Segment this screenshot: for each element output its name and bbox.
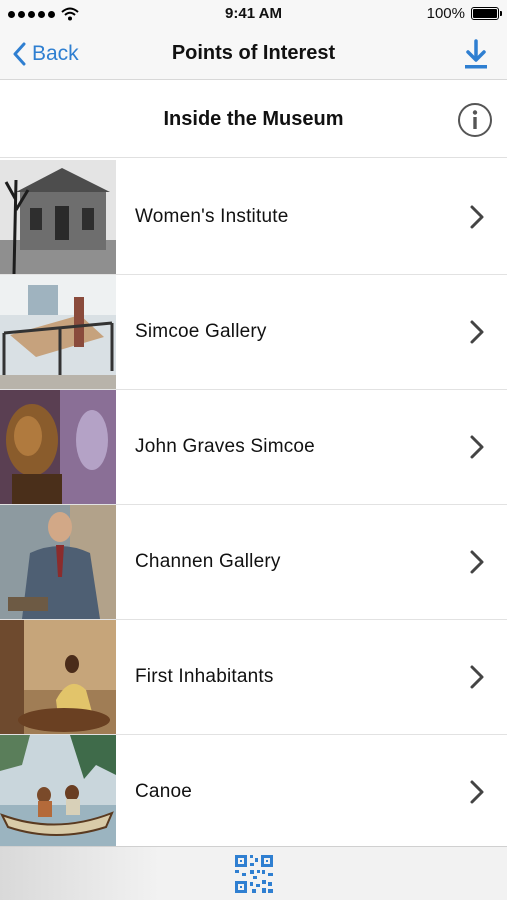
status-right: 100% xyxy=(426,5,502,22)
page-title: Points of Interest xyxy=(171,42,336,64)
download-icon[interactable] xyxy=(461,38,491,72)
chevron-right-icon xyxy=(470,780,484,804)
section-title: Inside the Museum xyxy=(163,108,344,130)
chevron-right-icon xyxy=(470,205,484,229)
poi-list: Women's Institute Simcoe Gallery John Gr… xyxy=(0,160,507,850)
simcoe-gallery-photo xyxy=(0,275,116,389)
list-item-label: Simcoe Gallery xyxy=(135,321,267,342)
first-inhabitants-photo xyxy=(0,620,116,734)
chevron-right-icon xyxy=(470,665,484,689)
chevron-right-icon xyxy=(470,435,484,459)
info-icon[interactable] xyxy=(457,102,493,138)
list-item-canoe[interactable]: Canoe xyxy=(0,735,507,850)
list-item-label: Canoe xyxy=(135,781,192,802)
bottom-bar-shadow xyxy=(0,847,160,900)
chevron-right-icon xyxy=(470,320,484,344)
channen-gallery-photo xyxy=(0,505,116,619)
list-item-first-inhabitants[interactable]: First Inhabitants xyxy=(0,620,507,735)
list-item-label: Channen Gallery xyxy=(135,551,281,572)
list-item-label: Women's Institute xyxy=(135,206,289,227)
battery-icon xyxy=(471,7,502,20)
list-item-simcoe-gallery[interactable]: Simcoe Gallery xyxy=(0,275,507,390)
battery-percent: 100% xyxy=(426,5,465,22)
canoe-photo xyxy=(0,735,116,849)
list-item-womens-institute[interactable]: Women's Institute xyxy=(0,160,507,275)
womens-institute-photo xyxy=(0,160,116,274)
section-header: Inside the Museum xyxy=(0,80,507,158)
list-item-label: First Inhabitants xyxy=(135,666,274,687)
list-item-label: John Graves Simcoe xyxy=(135,436,315,457)
nav-bar: Back Points of Interest xyxy=(0,30,507,80)
list-item-john-graves-simcoe[interactable]: John Graves Simcoe xyxy=(0,390,507,505)
status-bar: 9:41 AM 100% xyxy=(0,0,507,30)
list-item-channen-gallery[interactable]: Channen Gallery xyxy=(0,505,507,620)
qr-code-icon[interactable] xyxy=(234,854,274,894)
john-graves-simcoe-photo xyxy=(0,390,116,504)
bottom-tab-bar xyxy=(0,846,507,900)
chevron-right-icon xyxy=(470,550,484,574)
